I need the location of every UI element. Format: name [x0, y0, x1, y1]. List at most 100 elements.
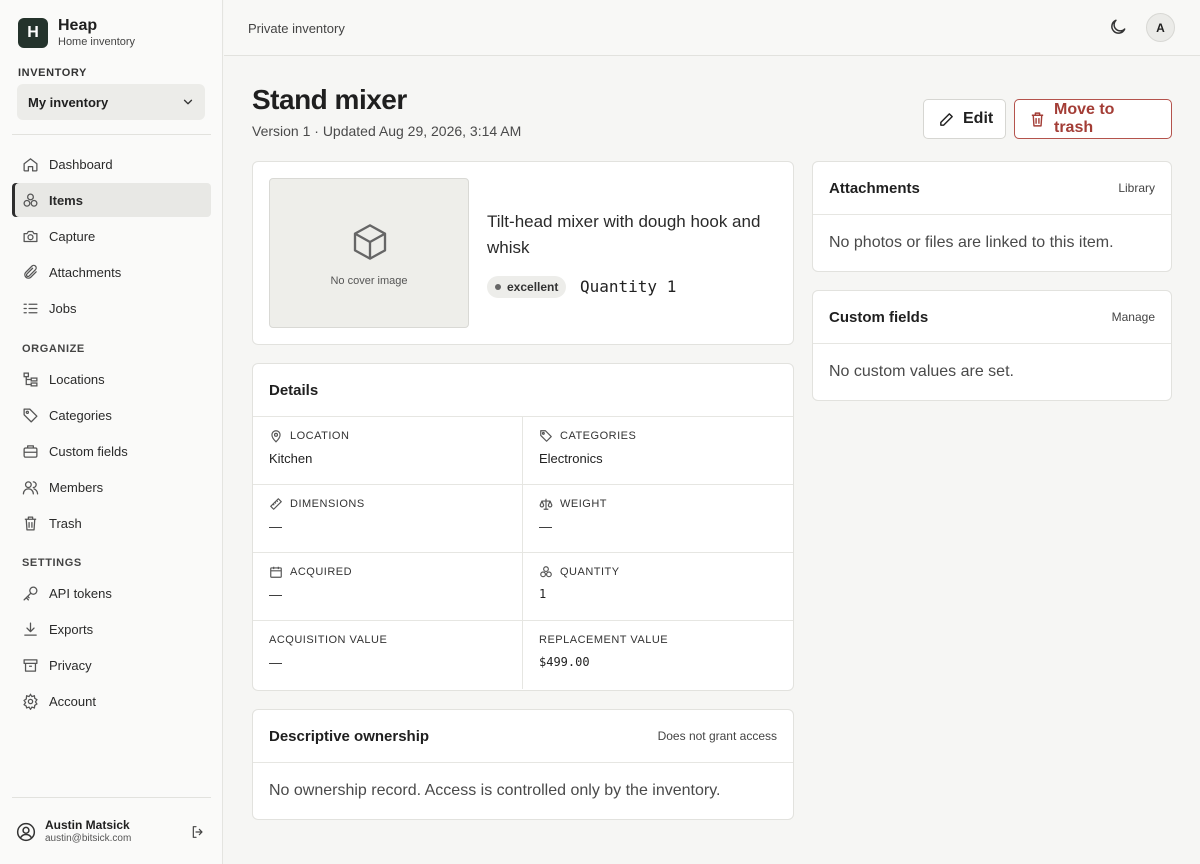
detail-value: — [539, 519, 552, 534]
library-link[interactable]: Library [1118, 181, 1155, 195]
quantity-text: Quantity 1 [580, 277, 677, 296]
sidebar-item-label: Capture [49, 228, 96, 244]
breadcrumb[interactable]: Private inventory [248, 21, 345, 36]
box-icon [350, 221, 390, 263]
sidebar-item-exports[interactable]: Exports [12, 612, 211, 646]
attachments-title: Attachments [829, 179, 920, 197]
details-header: Details [253, 364, 793, 417]
sidebar-item-trash[interactable]: Trash [12, 506, 211, 540]
sidebar-item-privacy[interactable]: Privacy [12, 648, 211, 682]
download-icon [22, 621, 39, 638]
inventory-selected-value: My inventory [28, 94, 109, 110]
camera-icon [22, 228, 39, 245]
sidebar-item-label: Items [49, 192, 83, 208]
detail-acquired: ACQUIRED — [253, 553, 523, 621]
sidebar-item-label: API tokens [49, 585, 112, 601]
items-icon [22, 192, 39, 209]
brand[interactable]: H Heap Home inventory [18, 17, 135, 49]
details-card: Details LOCATION Kitchen CATEGORIES Elec… [252, 363, 794, 691]
detail-weight: WEIGHT — [523, 485, 793, 553]
list-icon [22, 300, 39, 317]
custom-fields-title: Custom fields [829, 308, 929, 326]
sidebar-item-locations[interactable]: Locations [12, 362, 211, 396]
sidebar-item-jobs[interactable]: Jobs [12, 291, 211, 325]
attachments-card: Attachments Library No photos or files a… [812, 161, 1172, 272]
detail-value: $499.00 [539, 655, 590, 669]
edit-button[interactable]: Edit [923, 99, 1006, 139]
detail-value: 1 [539, 587, 547, 601]
detail-value: Electronics [539, 451, 603, 466]
detail-acquisition-value: ACQUISITION VALUE — [253, 621, 523, 689]
detail-label: QUANTITY [560, 566, 620, 578]
calendar-icon [269, 565, 283, 579]
avatar[interactable]: A [1146, 13, 1175, 42]
moon-icon[interactable] [1108, 17, 1128, 37]
scale-icon [539, 497, 553, 511]
detail-value: — [269, 587, 282, 602]
sidebar-divider [12, 797, 211, 798]
gear-icon [22, 692, 39, 710]
sidebar-item-dashboard[interactable]: Dashboard [12, 147, 211, 181]
manage-link[interactable]: Manage [1112, 310, 1155, 324]
sidebar: H Heap Home inventory INVENTORY My inven… [0, 0, 223, 864]
tag-icon [539, 429, 553, 443]
ownership-title: Descriptive ownership [269, 727, 430, 745]
detail-replacement-value: REPLACEMENT VALUE $499.00 [523, 621, 793, 689]
detail-label: LOCATION [290, 430, 350, 442]
sidebar-item-label: Members [49, 479, 104, 495]
sidebar-item-items[interactable]: Items [12, 183, 211, 217]
move-to-trash-label: Move to trash [1054, 101, 1115, 136]
item-meta: Version 1 · Updated Aug 29, 2026, 3:14 A… [252, 123, 522, 139]
trash-icon [22, 515, 39, 532]
sidebar-item-label: Dashboard [49, 156, 113, 172]
nav-section-organize: ORGANIZE [22, 343, 85, 355]
user-name: Austin Matsick [45, 818, 130, 832]
home-icon [22, 156, 39, 173]
inventory-select[interactable]: My inventory [17, 84, 205, 120]
detail-label: ACQUISITION VALUE [269, 634, 388, 646]
sidebar-item-capture[interactable]: Capture [12, 219, 211, 253]
detail-label: ACQUIRED [290, 566, 353, 578]
sidebar-item-label: Exports [49, 621, 94, 637]
pencil-icon [938, 111, 955, 128]
move-to-trash-button[interactable]: Move to trash [1014, 99, 1172, 139]
tag-icon [22, 407, 39, 424]
detail-value: Kitchen [269, 451, 313, 466]
brand-name: Heap [58, 17, 98, 34]
detail-location: LOCATION Kitchen [253, 417, 523, 485]
topbar: Private inventory A [224, 0, 1200, 56]
attachments-empty-text: No photos or files are linked to this it… [829, 234, 1114, 251]
logout-icon[interactable] [190, 824, 206, 840]
sidebar-item-label: Attachments [49, 264, 122, 280]
detail-categories: CATEGORIES Electronics [523, 417, 793, 485]
sidebar-item-custom-fields[interactable]: Custom fields [12, 434, 211, 468]
detail-label: DIMENSIONS [290, 498, 365, 510]
ruler-icon [269, 497, 283, 511]
users-icon [22, 479, 39, 496]
inventory-label: INVENTORY [18, 67, 87, 79]
sidebar-item-categories[interactable]: Categories [12, 398, 211, 432]
cover-image-placeholder[interactable]: No cover image [269, 178, 469, 328]
detail-dimensions: DIMENSIONS — [253, 485, 523, 553]
brand-logo: H [18, 18, 48, 48]
sidebar-item-account[interactable]: Account [12, 684, 211, 718]
user-profile[interactable]: Austin Matsick austin@bitsick.com [16, 818, 206, 845]
briefcase-icon [22, 443, 39, 460]
custom-fields-header: Custom fields Manage [813, 291, 1171, 344]
archive-icon [22, 657, 39, 674]
sidebar-item-api-tokens[interactable]: API tokens [12, 576, 211, 610]
items-icon [539, 565, 553, 579]
sidebar-item-label: Locations [49, 371, 105, 387]
details-title: Details [269, 381, 319, 399]
sidebar-item-members[interactable]: Members [12, 470, 211, 504]
attachments-header: Attachments Library [813, 162, 1171, 215]
item-summary-card: No cover image Tilt-head mixer with doug… [252, 161, 794, 345]
key-icon [22, 585, 39, 602]
sidebar-item-label: Privacy [49, 657, 92, 673]
paperclip-icon [22, 264, 39, 281]
sidebar-item-label: Account [49, 693, 96, 709]
sidebar-item-attachments[interactable]: Attachments [12, 255, 211, 289]
custom-fields-empty-text: No custom values are set. [829, 363, 1014, 380]
ownership-header: Descriptive ownership Does not grant acc… [253, 710, 793, 763]
detail-value: — [269, 519, 282, 534]
